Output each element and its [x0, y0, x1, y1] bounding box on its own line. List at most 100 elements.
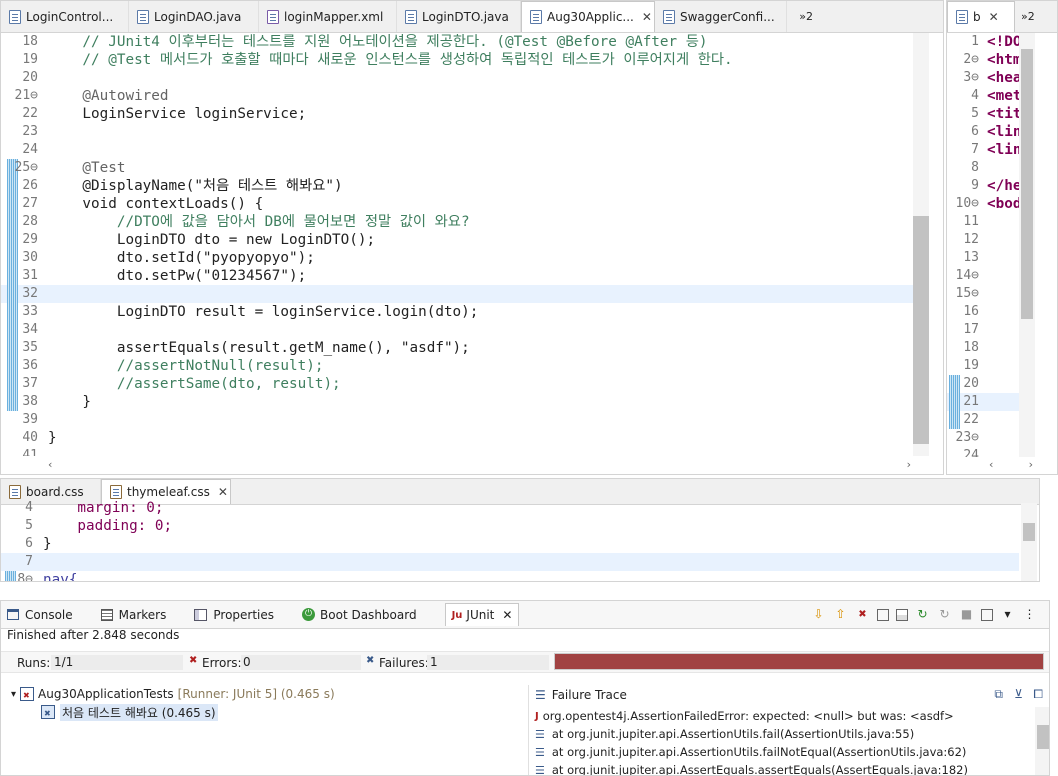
filter-stack-icon[interactable]: ⊻ [1014, 687, 1023, 701]
tab-junit[interactable]: Ju JUnit ✕ [444, 603, 520, 626]
editor-tab-login-mapper[interactable]: loginMapper.xml [259, 1, 397, 32]
rerun-test-icon[interactable]: ↻ [915, 607, 930, 622]
stack-frame-icon: ☰ [535, 727, 545, 741]
code-line: 1 <!DO [947, 33, 1019, 51]
trace-line[interactable]: ☰ at org.junit.jupiter.api.AssertionUtils… [529, 743, 1035, 761]
xml-file-icon [267, 9, 279, 24]
trace-line[interactable]: ☰ at org.junit.jupiter.api.AssertEquals.a… [529, 761, 1035, 776]
copy-trace-icon[interactable]: ⧠ [1033, 687, 1043, 702]
editor-tab-swagger-config[interactable]: SwaggerConfi... [655, 1, 787, 32]
errors-value-box: 0 [241, 655, 361, 670]
code-line: 38 } [1, 393, 913, 411]
scroll-right-icon[interactable]: › [1029, 458, 1033, 471]
line-number: 7 [971, 142, 979, 157]
code-line: 36 //assertNotNull(result); [1, 357, 913, 375]
tab-boot-dashboard[interactable]: ⏻ Boot Dashboard [302, 608, 417, 622]
line-number: 5 [25, 518, 33, 533]
close-icon[interactable]: ✕ [642, 10, 652, 24]
scroll-right-icon[interactable]: › [907, 458, 911, 471]
stop-icon[interactable]: ■ [959, 607, 974, 622]
view-menu-icon[interactable]: ▾ [1000, 607, 1015, 622]
code-line-current: 32 [1, 285, 913, 303]
line-number: 8 [971, 160, 979, 175]
scrollbar-thumb[interactable] [913, 216, 929, 444]
line-number: 33 [22, 304, 38, 319]
code-line: 5 <tit [947, 105, 1019, 123]
close-icon[interactable]: ✕ [218, 485, 228, 499]
scrollbar-thumb[interactable] [1037, 725, 1049, 749]
tab-overflow-button[interactable]: »2 [799, 10, 813, 23]
runs-label: Runs: [17, 656, 51, 670]
code-text: nav{ [43, 572, 78, 582]
code-text: <bod [987, 196, 1019, 212]
editor-tab-aug30-application-tests[interactable]: Aug30Applic... ✕ [521, 1, 655, 32]
line-number: 22 [963, 412, 979, 427]
tab-overflow-button[interactable]: »2 [1021, 10, 1035, 23]
horizontal-scrollbar[interactable]: ‹ › [987, 458, 1035, 472]
editor-tab-html-file[interactable]: b ✕ [947, 1, 1015, 32]
show-failures-only-icon[interactable]: ✖ [855, 607, 870, 622]
chevron-down-icon[interactable]: ▾ [11, 689, 16, 700]
scroll-left-icon[interactable]: ‹ [989, 458, 993, 471]
code-line: 21⊖ @Autowired [1, 87, 913, 105]
editor-tab-login-dao[interactable]: LoginDAO.java [129, 1, 259, 32]
line-number: 41 [22, 448, 38, 456]
line-number: 16 [963, 304, 979, 319]
editor-tab-login-dto[interactable]: LoginDTO.java [397, 1, 521, 32]
code-line: 19 // @Test 메서드가 호출할 때마다 새로운 인스턴스를 생성하여 … [1, 51, 913, 69]
previous-failure-icon[interactable]: ⇧ [833, 607, 848, 622]
line-number: 39 [22, 412, 38, 427]
power-icon: ⏻ [302, 608, 316, 621]
more-options-icon[interactable]: ⋮ [1022, 607, 1037, 622]
line-number: 32 [22, 286, 38, 301]
scrollbar-thumb[interactable] [1021, 49, 1033, 319]
css-code-area[interactable]: 4 margin: 0; 5 padding: 0; 6} 7 8⊖ nav{ [1, 499, 1019, 582]
history-icon[interactable] [981, 608, 993, 621]
code-text: @Test [48, 160, 126, 176]
code-line: 27 void contextLoads() { [1, 195, 913, 213]
code-text: } [43, 536, 52, 552]
code-line: 24 [947, 447, 1019, 457]
tab-console[interactable]: Console [7, 608, 73, 622]
show-skipped-icon[interactable] [877, 608, 889, 621]
trace-line[interactable]: Jorg.opentest4j.AssertionFailedError: ex… [529, 707, 1035, 725]
rerun-failed-first-icon[interactable]: ↻ [937, 607, 952, 622]
scroll-left-icon[interactable]: ‹ [48, 458, 52, 471]
horizontal-scrollbar[interactable]: ‹ › [46, 458, 913, 474]
next-failure-icon[interactable]: ⇩ [811, 607, 826, 622]
html-file-icon [956, 10, 968, 24]
runs-value: 1/1 [54, 655, 74, 669]
code-text: } [48, 430, 57, 446]
line-number: 1 [971, 34, 979, 49]
java-file-icon [663, 9, 675, 24]
scroll-lock-icon[interactable] [896, 608, 908, 621]
stack-frame-icon: ☰ [535, 763, 545, 776]
vertical-scrollbar[interactable] [1021, 503, 1037, 581]
code-text: <lin [987, 142, 1019, 158]
trace-line[interactable]: ☰ at org.junit.jupiter.api.AssertionUtils… [529, 725, 1035, 743]
code-line: 2⊖ <htm [947, 51, 1019, 69]
code-line: 39 [1, 411, 913, 429]
code-line: 20 [1, 69, 913, 87]
html-code-area[interactable]: 1 <!DO 2⊖ <htm 3⊖ <hea 4 <met 5 <tit 6 <lin 7 <… [947, 33, 1019, 457]
tree-row-test-class[interactable]: ▾ ✖ Aug30ApplicationTests [Runner: JUnit… [1, 685, 525, 703]
code-line: 28 //DTO에 값을 담아서 DB에 물어보면 정말 값이 와요? [1, 213, 913, 231]
close-icon[interactable]: ✕ [502, 608, 512, 622]
tree-row-test-method[interactable]: ✖ 처음 테스트 해봐요 (0.465 s) [1, 703, 525, 721]
editor-tab-login-controller[interactable]: LoginControl... [1, 1, 129, 32]
line-number: 8⊖ [17, 572, 33, 582]
tab-markers[interactable]: Markers [100, 608, 166, 622]
scrollbar-thumb[interactable] [1023, 523, 1035, 541]
compare-results-icon[interactable]: ⧉ [994, 687, 1003, 702]
code-area[interactable]: 18 // JUnit4 이후부터는 테스트를 지원 어노테이션을 제공한다. … [1, 33, 913, 456]
code-text: <hea [987, 70, 1019, 86]
junit-icon: Ju [451, 609, 463, 621]
tab-properties[interactable]: Properties [194, 608, 274, 622]
close-icon[interactable]: ✕ [989, 10, 999, 24]
